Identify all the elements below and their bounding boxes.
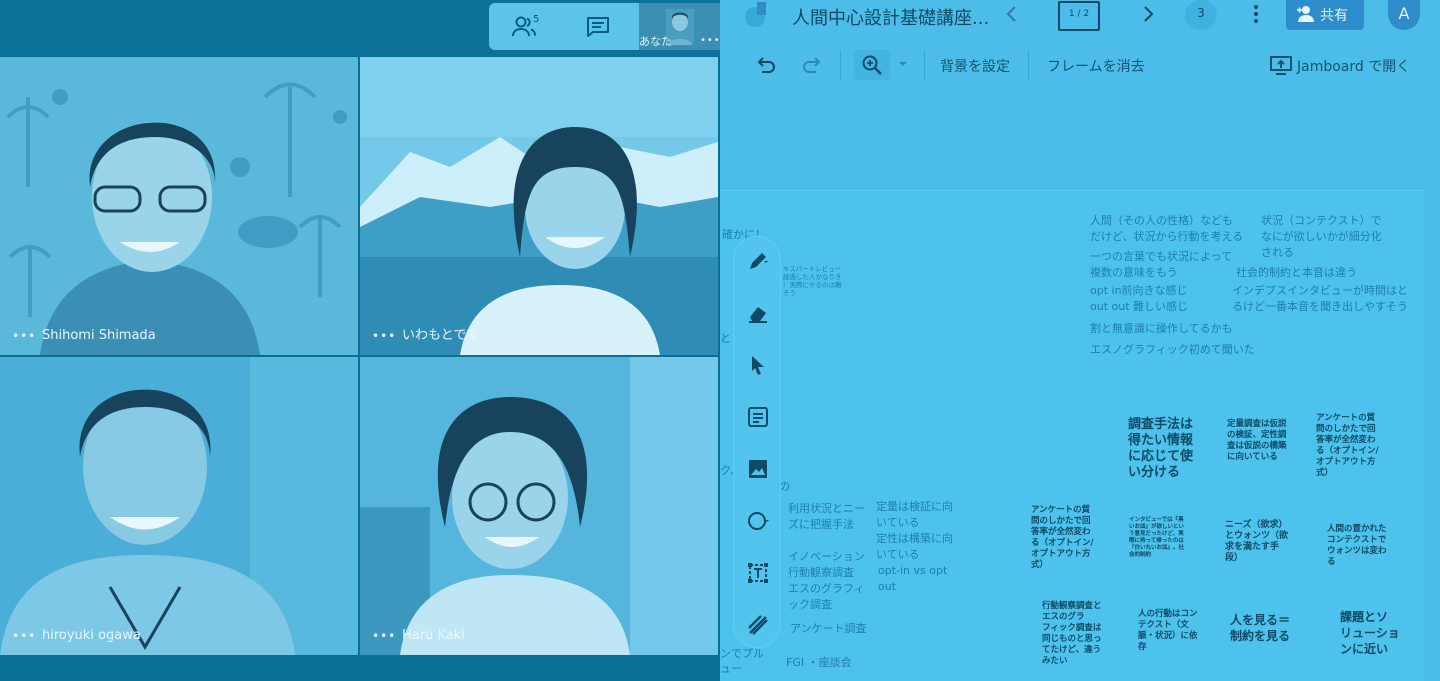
zoom-button[interactable] [854,50,890,80]
sticky-note[interactable]: 調査手法は 得たい情報 に応じて使 い分ける [1128,417,1193,481]
canvas-text[interactable]: 人間（その人の性格）なども だけど、状況から行動を考える [1090,213,1243,245]
participant-name: hiroyuki ogawa [42,628,141,643]
participant-tile[interactable]: ••• Haru Kaki [360,357,718,655]
sticky-note[interactable]: 人を見る＝ 制約を見る [1230,612,1290,644]
toolbar-divider [840,50,841,80]
participant-name: Shihomi Shimada [42,328,156,343]
sticky-note[interactable]: インタビューでは『黒 いお皿』が欲しいとい う意見だったけど、実 際に持って帰っ… [1129,517,1184,559]
sticky-note[interactable]: 課題とソ リューショ ンに近い [1340,609,1400,657]
shape-circle-icon[interactable] [746,509,770,533]
people-count: 5 [533,14,540,25]
participant-video [360,357,718,655]
select-pointer-icon[interactable] [746,353,770,377]
sticky-note[interactable]: opt-in vs opt out [878,563,947,595]
self-label: あなた [639,35,672,48]
add-person-icon [1297,6,1314,22]
canvas-text[interactable]: 状況（コンテクスト）で なにが欲しいかが細分化 される [1261,213,1382,261]
jamboard-panel: 人間中心設計基礎講座... 1 / 2 3 共有 A 背景を設定 フレームを消去… [720,0,1440,681]
toolbar-divider [924,50,925,80]
participant-name: Haru Kaki [402,628,465,643]
participant-tile[interactable]: ••• hiroyuki ogawa [0,357,358,655]
jamboard-logo-icon [745,2,766,27]
eraser-icon[interactable] [746,301,770,325]
chevron-down-icon[interactable] [898,60,908,68]
sticky-note[interactable]: 行動観察調査と エスのグラ フィック調査は 同じものと思っ てたけど、違う みた… [1042,601,1102,667]
sticky-note[interactable]: アンケートの質 問のしかたで回 答率が全然変わ る（オプトイン/ オプトアウト方… [1316,413,1379,479]
canvas-text[interactable]: opt in前向きな感じ out out 難しい感じ [1090,283,1188,315]
sticky-note[interactable]: 定量は検証に向 いている 定性は構築に向 いている [876,499,953,563]
canvas-text[interactable]: 割と無意識に操作してるかも [1090,321,1233,337]
more-options-icon[interactable]: ••• [12,629,36,643]
image-icon[interactable] [746,457,770,481]
sticky-note[interactable]: アンケート調査 [790,621,867,637]
meet-controls: 5 [489,3,639,50]
participant-name: いわもとです [402,328,480,343]
document-title[interactable]: 人間中心設計基礎講座... [792,4,989,30]
open-in-jamboard-label: Jamboard で開く [1297,59,1411,75]
zoom-in-icon [862,55,882,75]
drawing-toolbar [733,236,781,648]
participant-tile[interactable]: ••• Shihomi Shimada [0,57,358,355]
chevron-right-icon[interactable] [1138,3,1158,25]
participant-video [6,82,347,355]
clear-frame-button[interactable]: フレームを消去 [1047,56,1145,76]
canvas-text-fragment: ュー [720,662,742,675]
jamboard-header: 人間中心設計基礎講座... 1 / 2 3 共有 A [720,0,1440,31]
more-options-icon[interactable]: ••• [372,629,396,643]
frame-count-badge[interactable]: 3 [1185,0,1217,30]
sticky-note[interactable]: 定量調査は仮説 の検証、定性調 査は仮説の構築 に向いている [1227,419,1287,463]
share-label: 共有 [1320,8,1348,24]
canvas-text[interactable]: 一つの言葉でも状況によって 複数の意味をもう [1090,249,1232,281]
meet-panel: 5 あなた ••• ••• Shihomi Shimada ••• いわもとです… [0,0,720,681]
set-background-button[interactable]: 背景を設定 [940,56,1010,76]
avatar[interactable]: A [1388,0,1420,30]
laser-icon[interactable] [746,613,770,637]
sticky-note[interactable]: FGI ・座談会 [786,655,852,671]
chevron-left-icon[interactable] [1002,3,1022,25]
canvas-text[interactable]: エスノグラフィック初めて聞いた [1090,342,1255,358]
toolbar-divider [1028,50,1029,80]
sticky-note[interactable]: 人の行動はコン テクスト（文 脈・状況）に依 存 [1138,609,1198,653]
redo-icon[interactable] [802,54,824,76]
frame-indicator-label: 1 / 2 [1068,9,1090,19]
canvas-small-text: キスパートレビュー 経過した人がなりき ）実際にやるのは難 そう [783,265,842,297]
frame-indicator[interactable]: 1 / 2 [1058,1,1100,31]
sticky-note[interactable]: 人間の置かれた コンテクストで ウォンツは変わ る [1327,524,1387,568]
canvas-text[interactable]: 社会的制約と本音は違う [1236,265,1357,281]
sticky-note[interactable]: イノベーション 行動観察調査 エスのグラフィ ック調査 [788,549,865,613]
self-video-tile[interactable]: あなた ••• [639,3,720,50]
participant-video [360,57,718,355]
canvas-text-fragment: と [720,332,731,345]
participant-tile[interactable]: ••• いわもとです [360,57,718,355]
sticky-note[interactable]: ニーズ（欲求） とウォンツ（欲 求を満たす手 段） [1225,520,1288,564]
jamboard-toolbar: 背景を設定 フレームを消去 Jamboard で開く [720,44,1440,86]
pen-icon[interactable] [746,249,770,273]
sticky-note[interactable]: 利用状況とニー ズに把握手法 [788,501,865,533]
more-options-icon[interactable]: ••• [12,329,36,343]
open-in-new-icon [1270,56,1292,75]
canvas-text[interactable]: インデプスインタビューが時間はと るけど一番本音を聞き出しやすそう [1232,283,1408,315]
more-options-icon[interactable]: ••• [372,329,396,343]
undo-icon[interactable] [754,54,776,76]
chat-icon[interactable] [585,15,611,39]
sticky-note-icon[interactable] [746,405,770,429]
more-options-icon[interactable]: ••• [700,35,720,46]
open-in-jamboard-button[interactable]: Jamboard で開く [1268,52,1418,80]
share-button[interactable]: 共有 [1286,0,1364,30]
more-vert-icon[interactable] [1248,2,1264,26]
text-box-icon[interactable] [746,561,770,585]
canvas-text-fragment: ンでプル [720,647,764,660]
participant-video [0,357,358,655]
sticky-note[interactable]: アンケートの質 問のしかたで回 答率が全然変わ る（オプトイン/ オプトアウト方… [1031,505,1094,571]
jamboard-canvas[interactable]: 確かに！ キスパートレビュー 経過した人がなりき ）実際にやるのは難 そう と … [720,190,1424,681]
